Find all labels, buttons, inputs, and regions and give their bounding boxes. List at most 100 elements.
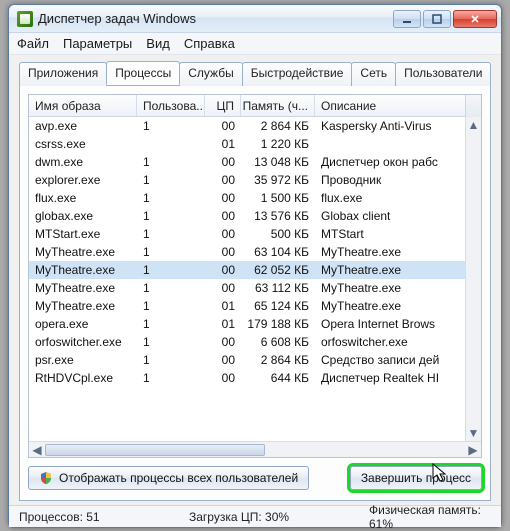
cell-cpu: 00 bbox=[205, 155, 241, 169]
cell-cpu: 00 bbox=[205, 335, 241, 349]
status-processes: Процессов: 51 bbox=[19, 510, 159, 524]
scroll-right-icon[interactable]: ▶ bbox=[465, 442, 481, 458]
show-all-users-button[interactable]: Отображать процессы всех пользователей bbox=[28, 466, 309, 490]
cell-img: explorer.exe bbox=[29, 173, 137, 187]
cell-img: MyTheatre.exe bbox=[29, 299, 137, 313]
cell-desc: MyTheatre.exe bbox=[315, 299, 465, 313]
cell-cpu: 00 bbox=[205, 371, 241, 385]
tab-applications[interactable]: Приложения bbox=[19, 62, 107, 86]
cell-user: 1 bbox=[137, 155, 205, 169]
cell-img: flux.exe bbox=[29, 191, 137, 205]
table-row[interactable]: csrss.exe011 220 КБ bbox=[29, 135, 481, 153]
table-row[interactable]: dwm.exe10013 048 КБДиспетчер окон рабс bbox=[29, 153, 481, 171]
minimize-button[interactable] bbox=[393, 10, 421, 28]
uac-shield-icon bbox=[39, 471, 53, 485]
cell-cpu: 00 bbox=[205, 281, 241, 295]
table-row[interactable]: avp.exe1002 864 КБKaspersky Anti-Virus bbox=[29, 117, 481, 135]
cell-desc: Globax client bbox=[315, 209, 465, 223]
menu-view[interactable]: Вид bbox=[146, 36, 170, 51]
tab-performance[interactable]: Быстродействие bbox=[242, 62, 353, 86]
cell-user: 1 bbox=[137, 263, 205, 277]
scroll-left-icon[interactable]: ◀ bbox=[29, 442, 45, 458]
tab-users[interactable]: Пользователи bbox=[395, 62, 491, 86]
tab-network[interactable]: Сеть bbox=[351, 62, 396, 86]
titlebar[interactable]: Диспетчер задач Windows bbox=[9, 5, 501, 33]
cell-desc: orfoswitcher.exe bbox=[315, 335, 465, 349]
cell-cpu: 01 bbox=[205, 137, 241, 151]
table-row[interactable]: MyTheatre.exe10063 104 КБMyTheatre.exe bbox=[29, 243, 481, 261]
col-memory[interactable]: Память (ч... bbox=[241, 95, 315, 116]
app-icon bbox=[17, 11, 33, 27]
menu-help[interactable]: Справка bbox=[184, 36, 235, 51]
cell-img: MyTheatre.exe bbox=[29, 263, 137, 277]
table-row[interactable]: globax.exe10013 576 КБGlobax client bbox=[29, 207, 481, 225]
cell-mem: 644 КБ bbox=[241, 371, 315, 385]
cell-mem: 35 972 КБ bbox=[241, 173, 315, 187]
end-process-button[interactable]: Завершить процесс bbox=[350, 466, 482, 490]
cell-mem: 13 576 КБ bbox=[241, 209, 315, 223]
menu-options[interactable]: Параметры bbox=[63, 36, 132, 51]
cell-cpu: 00 bbox=[205, 263, 241, 277]
cell-user: 1 bbox=[137, 119, 205, 133]
window-title: Диспетчер задач Windows bbox=[38, 11, 393, 26]
cell-desc: flux.exe bbox=[315, 191, 465, 205]
cell-img: psr.exe bbox=[29, 353, 137, 367]
end-process-label: Завершить процесс bbox=[361, 471, 471, 485]
table-row[interactable]: orfoswitcher.exe1006 608 КБorfoswitcher.… bbox=[29, 333, 481, 351]
tab-panel-processes: Имя образа Пользова... ЦП Память (ч... О… bbox=[19, 85, 491, 501]
table-row[interactable]: MyTheatre.exe10063 112 КБMyTheatre.exe bbox=[29, 279, 481, 297]
scroll-up-icon[interactable]: ▲ bbox=[466, 117, 482, 133]
task-manager-window: Диспетчер задач Windows Файл Параметры В… bbox=[8, 4, 502, 528]
horizontal-scrollbar[interactable]: ◀ ▶ bbox=[29, 441, 481, 457]
process-list: Имя образа Пользова... ЦП Память (ч... О… bbox=[28, 94, 482, 458]
cell-user: 1 bbox=[137, 191, 205, 205]
cell-cpu: 00 bbox=[205, 227, 241, 241]
process-rows[interactable]: avp.exe1002 864 КБKaspersky Anti-Viruscs… bbox=[29, 117, 481, 441]
status-bar: Процессов: 51 Загрузка ЦП: 30% Физическа… bbox=[9, 505, 501, 527]
cell-user: 1 bbox=[137, 173, 205, 187]
scroll-track[interactable] bbox=[466, 133, 481, 425]
panel-buttons: Отображать процессы всех пользователей З… bbox=[28, 458, 482, 490]
table-row[interactable]: psr.exe1002 864 КБСредство записи дей bbox=[29, 351, 481, 369]
vertical-scrollbar[interactable]: ▲ ▼ bbox=[465, 117, 481, 441]
cell-mem: 13 048 КБ bbox=[241, 155, 315, 169]
cell-desc: MyTheatre.exe bbox=[315, 245, 465, 259]
maximize-button[interactable] bbox=[423, 10, 451, 28]
col-cpu[interactable]: ЦП bbox=[205, 95, 241, 116]
col-user[interactable]: Пользова... bbox=[137, 95, 205, 116]
table-row[interactable]: explorer.exe10035 972 КБПроводник bbox=[29, 171, 481, 189]
content-area: Приложения Процессы Службы Быстродействи… bbox=[9, 55, 501, 505]
table-row[interactable]: MTStart.exe100500 КБMTStart bbox=[29, 225, 481, 243]
cell-cpu: 00 bbox=[205, 209, 241, 223]
scroll-down-icon[interactable]: ▼ bbox=[466, 425, 482, 441]
cell-cpu: 00 bbox=[205, 353, 241, 367]
menu-file[interactable]: Файл bbox=[17, 36, 49, 51]
table-row[interactable]: RtHDVCpl.exe100644 КБДиспетчер Realtek H… bbox=[29, 369, 481, 387]
cell-user: 1 bbox=[137, 335, 205, 349]
cell-cpu: 00 bbox=[205, 173, 241, 187]
cell-desc: Диспетчер окон рабс bbox=[315, 155, 465, 169]
cell-img: RtHDVCpl.exe bbox=[29, 371, 137, 385]
cell-mem: 2 864 КБ bbox=[241, 119, 315, 133]
tab-processes[interactable]: Процессы bbox=[106, 61, 180, 85]
col-description[interactable]: Описание bbox=[315, 95, 465, 116]
hscroll-thumb[interactable] bbox=[45, 444, 265, 456]
cell-cpu: 01 bbox=[205, 317, 241, 331]
col-image[interactable]: Имя образа bbox=[29, 95, 137, 116]
table-row[interactable]: flux.exe1001 500 КБflux.exe bbox=[29, 189, 481, 207]
cell-mem: 63 112 КБ bbox=[241, 281, 315, 295]
cell-desc: Средство записи дей bbox=[315, 353, 465, 367]
close-button[interactable] bbox=[453, 10, 497, 28]
cell-user: 1 bbox=[137, 371, 205, 385]
menubar: Файл Параметры Вид Справка bbox=[9, 33, 501, 55]
cell-img: MTStart.exe bbox=[29, 227, 137, 241]
cell-user: 1 bbox=[137, 317, 205, 331]
cell-cpu: 00 bbox=[205, 191, 241, 205]
table-row[interactable]: MyTheatre.exe10062 052 КБMyTheatre.exe bbox=[29, 261, 481, 279]
cell-mem: 65 124 КБ bbox=[241, 299, 315, 313]
tab-services[interactable]: Службы bbox=[179, 62, 242, 86]
cell-mem: 62 052 КБ bbox=[241, 263, 315, 277]
table-row[interactable]: MyTheatre.exe10165 124 КБMyTheatre.exe bbox=[29, 297, 481, 315]
cell-desc: MyTheatre.exe bbox=[315, 281, 465, 295]
table-row[interactable]: opera.exe101179 188 КБOpera Internet Bro… bbox=[29, 315, 481, 333]
